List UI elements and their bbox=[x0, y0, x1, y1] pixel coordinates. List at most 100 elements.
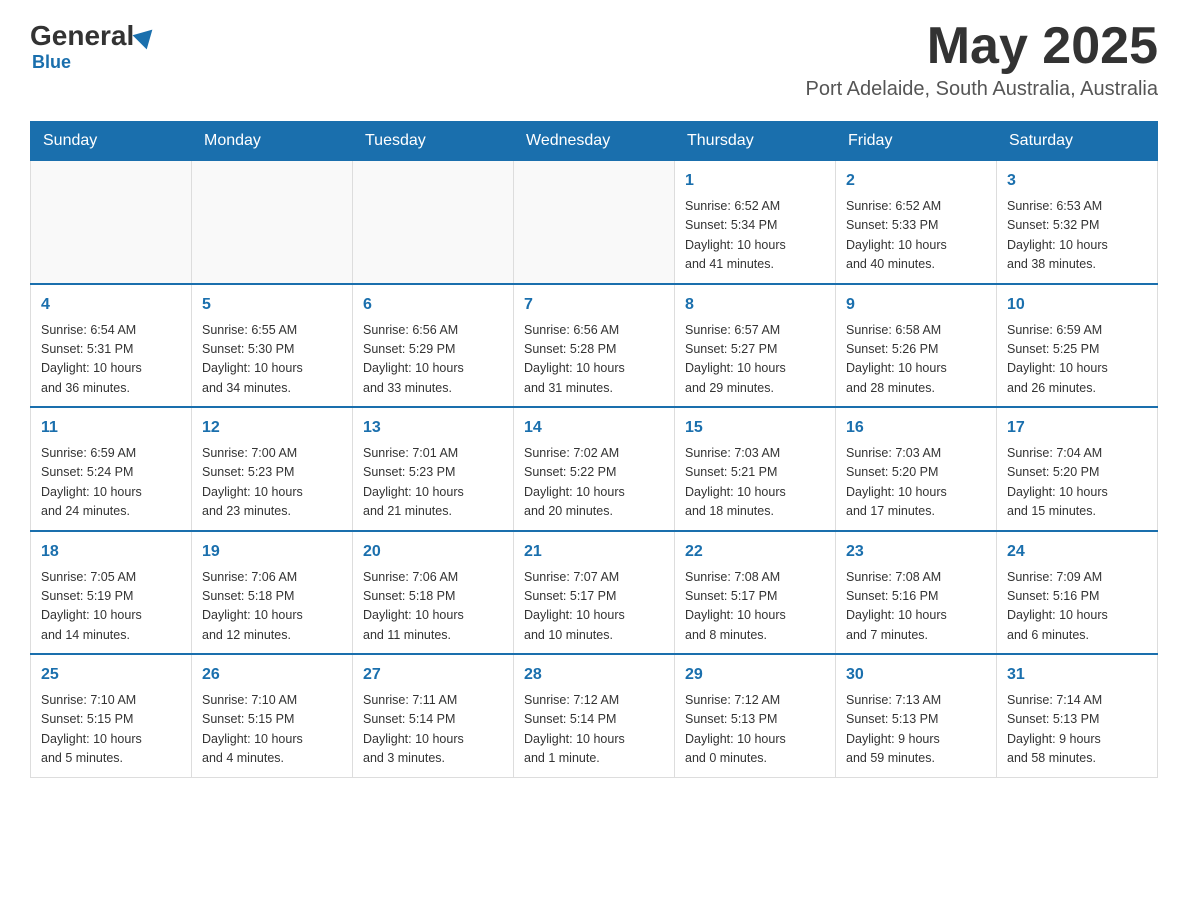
calendar-day-28: 28Sunrise: 7:12 AMSunset: 5:14 PMDayligh… bbox=[514, 654, 675, 777]
day-number: 19 bbox=[202, 540, 342, 564]
day-info: Sunrise: 6:52 AMSunset: 5:33 PMDaylight:… bbox=[846, 197, 986, 275]
day-info: Sunrise: 6:56 AMSunset: 5:29 PMDaylight:… bbox=[363, 321, 503, 399]
day-info: Sunrise: 7:12 AMSunset: 5:13 PMDaylight:… bbox=[685, 691, 825, 769]
day-number: 3 bbox=[1007, 169, 1147, 193]
calendar-day-20: 20 Sunrise: 7:06 AMSunset: 5:18 PMDayligh… bbox=[353, 531, 514, 655]
calendar-day-6: 6 Sunrise: 6:56 AMSunset: 5:29 PMDaylight… bbox=[353, 284, 514, 408]
calendar-day-14: 14 Sunrise: 7:02 AMSunset: 5:22 PMDayligh… bbox=[514, 407, 675, 531]
day-info: Sunrise: 7:02 AMSunset: 5:22 PMDaylight:… bbox=[524, 444, 664, 522]
day-number: 23 bbox=[846, 540, 986, 564]
day-number: 26 bbox=[202, 663, 342, 687]
day-info: Sunrise: 6:53 AMSunset: 5:32 PMDaylight:… bbox=[1007, 197, 1147, 275]
calendar-day-24: 24 Sunrise: 7:09 AMSunset: 5:16 PMDayligh… bbox=[997, 531, 1158, 655]
day-info: Sunrise: 7:14 AMSunset: 5:13 PMDaylight:… bbox=[1007, 691, 1147, 769]
day-number: 10 bbox=[1007, 293, 1147, 317]
day-info: Sunrise: 6:59 AMSunset: 5:24 PMDaylight:… bbox=[41, 444, 181, 522]
calendar-day-17: 17Sunrise: 7:04 AMSunset: 5:20 PMDayligh… bbox=[997, 407, 1158, 531]
day-info: Sunrise: 6:54 AMSunset: 5:31 PMDaylight:… bbox=[41, 321, 181, 399]
location-subtitle: Port Adelaide, South Australia, Australi… bbox=[806, 78, 1158, 101]
day-number: 16 bbox=[846, 416, 986, 440]
day-number: 6 bbox=[363, 293, 503, 317]
day-info: Sunrise: 7:00 AMSunset: 5:23 PMDaylight:… bbox=[202, 444, 342, 522]
calendar-day-29: 29 Sunrise: 7:12 AMSunset: 5:13 PMDayligh… bbox=[675, 654, 836, 777]
calendar-day-11: 11Sunrise: 6:59 AMSunset: 5:24 PMDayligh… bbox=[31, 407, 192, 531]
weekday-header-friday: Friday bbox=[836, 122, 997, 161]
day-number: 31 bbox=[1007, 663, 1147, 687]
day-number: 24 bbox=[1007, 540, 1147, 564]
day-info: Sunrise: 7:10 AMSunset: 5:15 PMDaylight:… bbox=[202, 691, 342, 769]
day-number: 8 bbox=[685, 293, 825, 317]
day-info: Sunrise: 7:05 AMSunset: 5:19 PMDaylight:… bbox=[41, 568, 181, 646]
day-number: 15 bbox=[685, 416, 825, 440]
day-info: Sunrise: 7:06 AMSunset: 5:18 PMDaylight:… bbox=[363, 568, 503, 646]
day-info: Sunrise: 7:08 AMSunset: 5:17 PMDaylight:… bbox=[685, 568, 825, 646]
weekday-header-monday: Monday bbox=[192, 122, 353, 161]
day-number: 29 bbox=[685, 663, 825, 687]
calendar-week-row: 4 Sunrise: 6:54 AMSunset: 5:31 PMDaylight… bbox=[31, 284, 1158, 408]
calendar-week-row: 18 Sunrise: 7:05 AMSunset: 5:19 PMDayligh… bbox=[31, 531, 1158, 655]
calendar-day-10: 10Sunrise: 6:59 AMSunset: 5:25 PMDayligh… bbox=[997, 284, 1158, 408]
calendar-day-9: 9 Sunrise: 6:58 AMSunset: 5:26 PMDaylight… bbox=[836, 284, 997, 408]
calendar-day-4: 4 Sunrise: 6:54 AMSunset: 5:31 PMDaylight… bbox=[31, 284, 192, 408]
logo: General Blue bbox=[30, 20, 156, 73]
day-number: 21 bbox=[524, 540, 664, 564]
calendar-day-8: 8Sunrise: 6:57 AMSunset: 5:27 PMDaylight… bbox=[675, 284, 836, 408]
day-info: Sunrise: 7:04 AMSunset: 5:20 PMDaylight:… bbox=[1007, 444, 1147, 522]
calendar-day-3: 3 Sunrise: 6:53 AMSunset: 5:32 PMDaylight… bbox=[997, 161, 1158, 284]
logo-general-text: General bbox=[30, 20, 134, 52]
day-info: Sunrise: 7:12 AMSunset: 5:14 PMDaylight:… bbox=[524, 691, 664, 769]
day-info: Sunrise: 6:52 AMSunset: 5:34 PMDaylight:… bbox=[685, 197, 825, 275]
weekday-header-thursday: Thursday bbox=[675, 122, 836, 161]
calendar-day-7: 7 Sunrise: 6:56 AMSunset: 5:28 PMDaylight… bbox=[514, 284, 675, 408]
calendar-day-16: 16 Sunrise: 7:03 AMSunset: 5:20 PMDayligh… bbox=[836, 407, 997, 531]
calendar-week-row: 11Sunrise: 6:59 AMSunset: 5:24 PMDayligh… bbox=[31, 407, 1158, 531]
day-number: 4 bbox=[41, 293, 181, 317]
day-info: Sunrise: 6:58 AMSunset: 5:26 PMDaylight:… bbox=[846, 321, 986, 399]
day-info: Sunrise: 6:55 AMSunset: 5:30 PMDaylight:… bbox=[202, 321, 342, 399]
calendar-empty-cell bbox=[192, 161, 353, 284]
day-number: 5 bbox=[202, 293, 342, 317]
day-info: Sunrise: 7:03 AMSunset: 5:20 PMDaylight:… bbox=[846, 444, 986, 522]
weekday-header-sunday: Sunday bbox=[31, 122, 192, 161]
calendar-day-27: 27Sunrise: 7:11 AMSunset: 5:14 PMDayligh… bbox=[353, 654, 514, 777]
calendar-day-13: 13 Sunrise: 7:01 AMSunset: 5:23 PMDayligh… bbox=[353, 407, 514, 531]
day-number: 18 bbox=[41, 540, 181, 564]
day-number: 13 bbox=[363, 416, 503, 440]
day-number: 30 bbox=[846, 663, 986, 687]
day-info: Sunrise: 7:03 AMSunset: 5:21 PMDaylight:… bbox=[685, 444, 825, 522]
day-number: 12 bbox=[202, 416, 342, 440]
calendar-day-2: 2 Sunrise: 6:52 AMSunset: 5:33 PMDaylight… bbox=[836, 161, 997, 284]
weekday-header-row: SundayMondayTuesdayWednesdayThursdayFrid… bbox=[31, 122, 1158, 161]
calendar-day-31: 31 Sunrise: 7:14 AMSunset: 5:13 PMDayligh… bbox=[997, 654, 1158, 777]
logo-triangle-icon bbox=[133, 23, 160, 50]
calendar-day-12: 12 Sunrise: 7:00 AMSunset: 5:23 PMDayligh… bbox=[192, 407, 353, 531]
weekday-header-tuesday: Tuesday bbox=[353, 122, 514, 161]
calendar-day-15: 15 Sunrise: 7:03 AMSunset: 5:21 PMDayligh… bbox=[675, 407, 836, 531]
day-number: 27 bbox=[363, 663, 503, 687]
day-number: 20 bbox=[363, 540, 503, 564]
day-number: 1 bbox=[685, 169, 825, 193]
day-info: Sunrise: 7:01 AMSunset: 5:23 PMDaylight:… bbox=[363, 444, 503, 522]
calendar-day-25: 25Sunrise: 7:10 AMSunset: 5:15 PMDayligh… bbox=[31, 654, 192, 777]
day-number: 2 bbox=[846, 169, 986, 193]
day-info: Sunrise: 7:06 AMSunset: 5:18 PMDaylight:… bbox=[202, 568, 342, 646]
calendar-day-19: 19 Sunrise: 7:06 AMSunset: 5:18 PMDayligh… bbox=[192, 531, 353, 655]
calendar-day-30: 30Sunrise: 7:13 AMSunset: 5:13 PMDayligh… bbox=[836, 654, 997, 777]
page-header: General Blue May 2025 Port Adelaide, Sou… bbox=[30, 20, 1158, 101]
weekday-header-wednesday: Wednesday bbox=[514, 122, 675, 161]
calendar-week-row: 1 Sunrise: 6:52 AMSunset: 5:34 PMDaylight… bbox=[31, 161, 1158, 284]
calendar-empty-cell bbox=[31, 161, 192, 284]
calendar-day-26: 26 Sunrise: 7:10 AMSunset: 5:15 PMDayligh… bbox=[192, 654, 353, 777]
day-number: 7 bbox=[524, 293, 664, 317]
day-number: 22 bbox=[685, 540, 825, 564]
day-number: 9 bbox=[846, 293, 986, 317]
calendar-table: SundayMondayTuesdayWednesdayThursdayFrid… bbox=[30, 121, 1158, 778]
day-number: 25 bbox=[41, 663, 181, 687]
day-info: Sunrise: 6:56 AMSunset: 5:28 PMDaylight:… bbox=[524, 321, 664, 399]
weekday-header-saturday: Saturday bbox=[997, 122, 1158, 161]
calendar-empty-cell bbox=[514, 161, 675, 284]
day-number: 14 bbox=[524, 416, 664, 440]
calendar-day-23: 23Sunrise: 7:08 AMSunset: 5:16 PMDayligh… bbox=[836, 531, 997, 655]
day-info: Sunrise: 7:09 AMSunset: 5:16 PMDaylight:… bbox=[1007, 568, 1147, 646]
calendar-day-18: 18 Sunrise: 7:05 AMSunset: 5:19 PMDayligh… bbox=[31, 531, 192, 655]
